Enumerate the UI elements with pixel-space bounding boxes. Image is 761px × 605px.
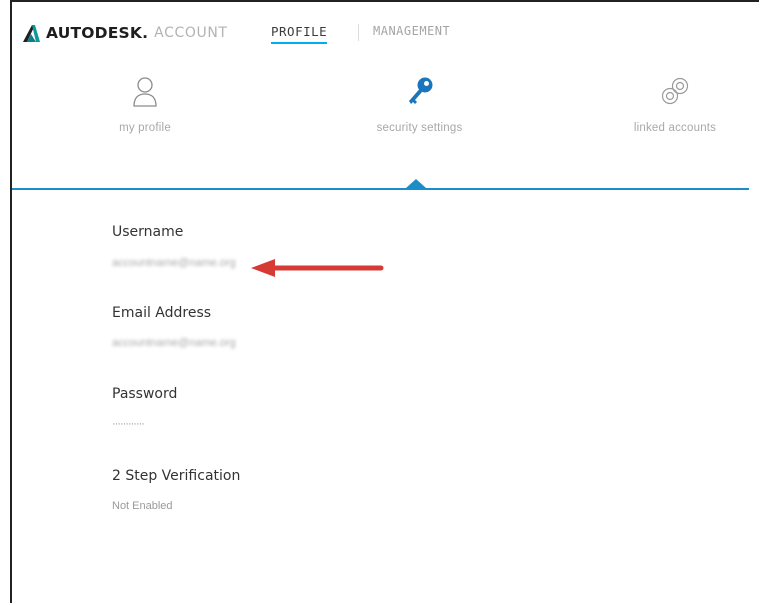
link-icon: [661, 77, 689, 105]
tab-linked-accounts[interactable]: linked accounts: [610, 76, 740, 134]
username-label: Username: [112, 224, 184, 240]
email-label: Email Address: [112, 305, 212, 321]
nav-divider: [358, 24, 359, 41]
account-page: AUTODESK. ACCOUNT PROFILE MANAGEMENT my …: [10, 0, 759, 603]
red-arrow-annotation: [251, 259, 384, 277]
top-header: AUTODESK. ACCOUNT PROFILE MANAGEMENT: [12, 2, 759, 64]
tab-security-settings[interactable]: security settings: [357, 76, 482, 134]
nav-management[interactable]: MANAGEMENT: [373, 24, 450, 38]
tab-my-profile[interactable]: my profile: [85, 76, 205, 134]
user-icon: [133, 77, 157, 107]
tab-my-profile-label: my profile: [119, 122, 171, 134]
brand-account-label: ACCOUNT: [154, 25, 228, 41]
email-value: accountname@name.org: [112, 337, 236, 349]
tabs-underline: [12, 188, 749, 190]
brand-name: AUTODESK.: [46, 24, 149, 42]
tab-linked-accounts-label: linked accounts: [633, 122, 717, 134]
password-value: ············: [112, 418, 145, 430]
username-value: accountname@name.org: [112, 257, 236, 269]
nav-profile[interactable]: PROFILE: [271, 24, 328, 44]
key-icon: [408, 77, 432, 104]
password-label: Password: [112, 386, 178, 402]
autodesk-logo-icon: [23, 25, 40, 42]
two-step-verification-label: 2 Step Verification: [112, 468, 241, 484]
tab-security-settings-label: security settings: [376, 122, 463, 134]
active-tab-indicator: [406, 179, 426, 188]
two-step-verification-status: Not Enabled: [112, 500, 173, 512]
autodesk-logo[interactable]: AUTODESK. ACCOUNT: [21, 23, 228, 43]
